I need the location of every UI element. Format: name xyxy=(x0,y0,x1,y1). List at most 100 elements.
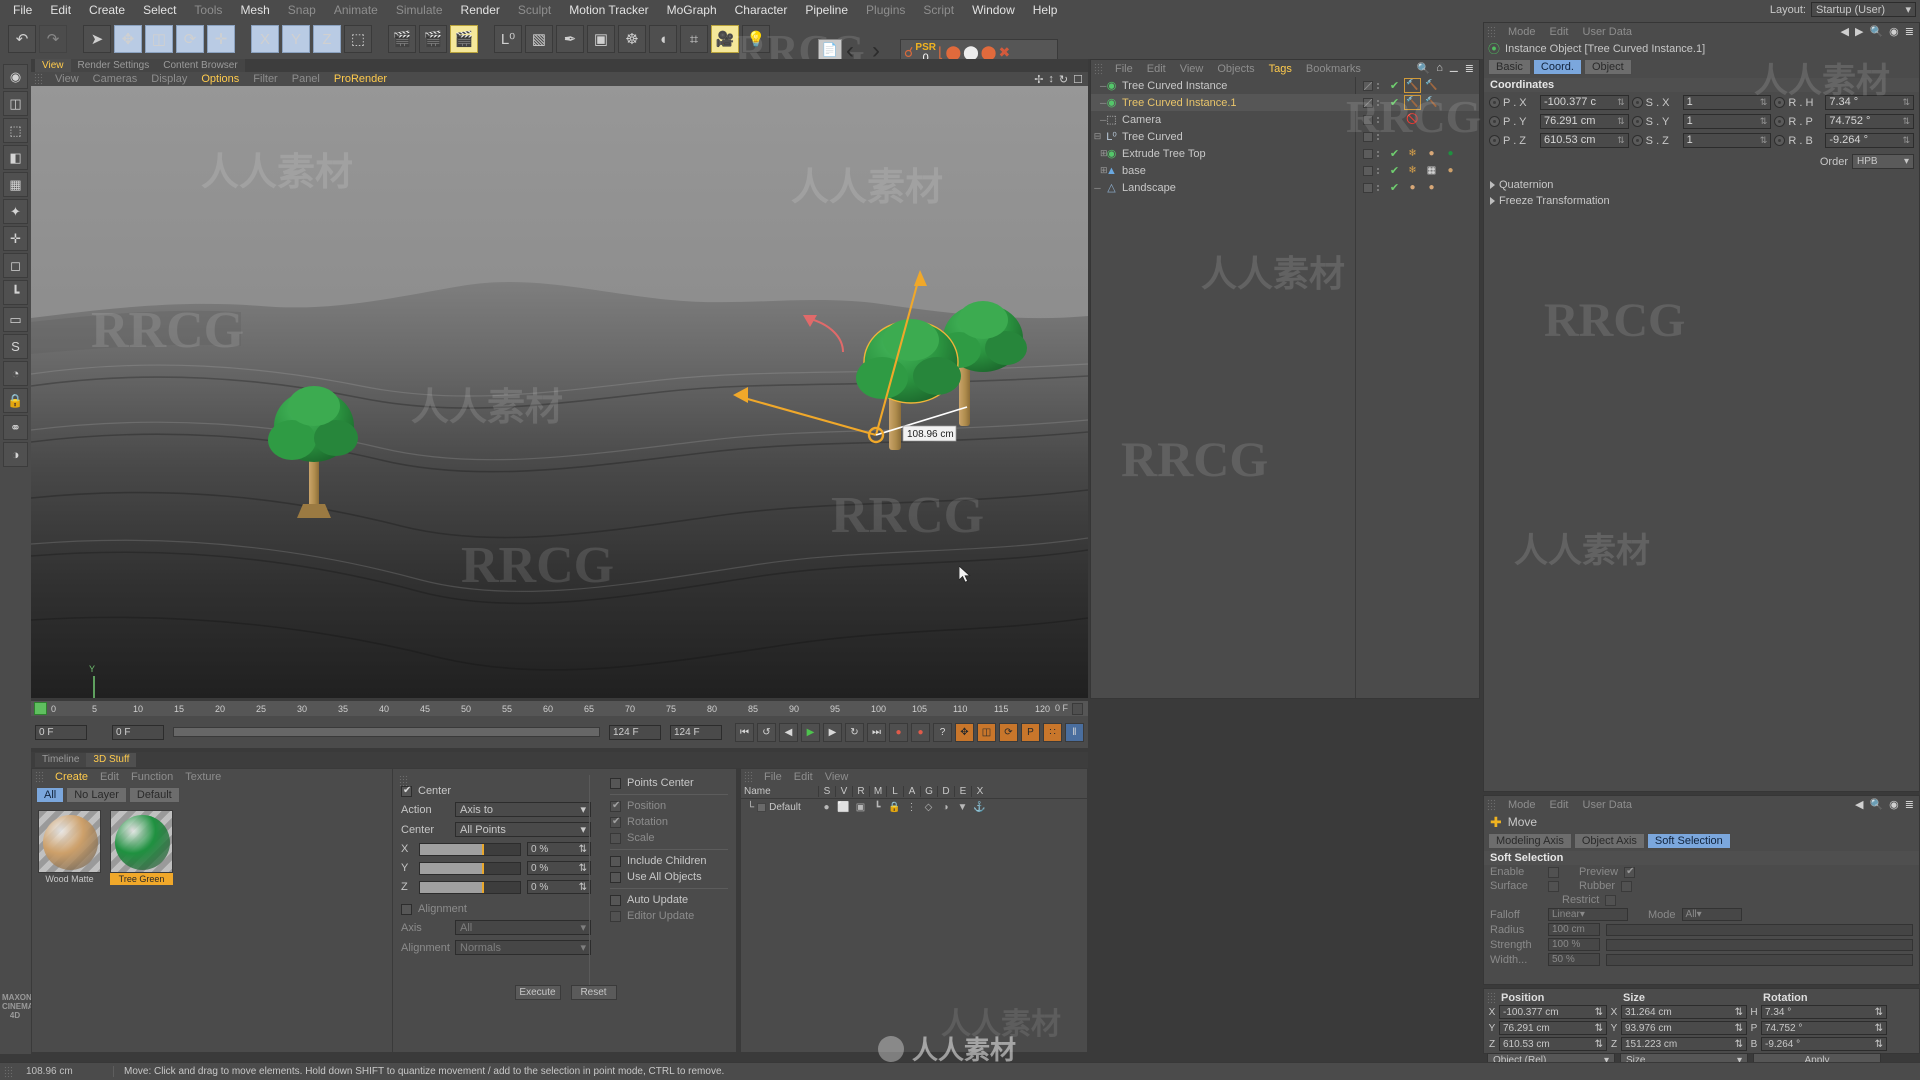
coordinate-radio[interactable] xyxy=(1632,116,1643,127)
coordinate-radio[interactable] xyxy=(1774,116,1785,127)
psr-field-size[interactable]: 151.223 cm⇅ xyxy=(1621,1037,1747,1051)
edge-mode-icon[interactable]: ◧ xyxy=(3,145,28,170)
tree-expander[interactable]: ─ xyxy=(1091,98,1104,108)
coordinate-radio[interactable] xyxy=(1489,97,1500,108)
search-icon[interactable]: 🔍 xyxy=(1869,25,1883,38)
coordinate-field-rotation[interactable]: 7.34 °⇅ xyxy=(1825,95,1914,110)
axis-slider-y[interactable] xyxy=(419,862,521,875)
scene-floor-icon[interactable]: ⌗ xyxy=(680,25,708,53)
render-tag[interactable]: 🔨 xyxy=(1404,95,1421,110)
bottom-tab-3d-stuff[interactable]: 3D Stuff xyxy=(86,753,136,767)
render-tag-2[interactable]: 🔨 xyxy=(1423,95,1440,110)
null-object-icon[interactable]: L⁰ xyxy=(494,25,522,53)
panel-grip-icon[interactable] xyxy=(1487,26,1496,38)
viewport-tab-render-settings[interactable]: Render Settings xyxy=(71,59,157,72)
document-icon[interactable]: 📄 xyxy=(818,39,842,61)
position-key-button[interactable]: ✥ xyxy=(955,723,974,742)
visibility-toggle[interactable] xyxy=(1363,115,1373,125)
viewport-solo-icon[interactable]: ◻ xyxy=(3,253,28,278)
attr-tab-object[interactable]: Object xyxy=(1584,59,1632,75)
tree-expander[interactable]: ─ xyxy=(1091,183,1104,193)
material-cell[interactable]: Tree Green xyxy=(110,810,173,885)
center-checkbox[interactable] xyxy=(401,786,412,797)
order-dropdown[interactable]: HPB ▾ xyxy=(1852,154,1914,169)
move-menu-user-data[interactable]: User Data xyxy=(1576,799,1640,811)
object-menu-objects[interactable]: Objects xyxy=(1210,63,1261,75)
render-settings-icon[interactable]: 🎬 xyxy=(450,25,478,53)
move-menu-mode[interactable]: Mode xyxy=(1501,799,1543,811)
attr-tab-basic[interactable]: Basic xyxy=(1488,59,1531,75)
record-button[interactable]: ● xyxy=(889,723,908,742)
nav-forward-icon[interactable]: ▶ xyxy=(1855,25,1863,38)
object-row[interactable]: ─△Landscape✔●● xyxy=(1091,179,1479,196)
viewport-tab-content-browser[interactable]: Content Browser xyxy=(156,59,244,72)
undo-icon[interactable]: ↶ xyxy=(8,25,36,53)
render-tag[interactable]: 🔨 xyxy=(1404,78,1421,93)
panel-grip-icon[interactable] xyxy=(1094,63,1103,75)
home-icon[interactable]: ⌂ xyxy=(1436,62,1443,75)
green-material[interactable]: ● xyxy=(1442,146,1459,161)
axis-slider-x[interactable] xyxy=(419,843,521,856)
move-axis-icon[interactable]: ✛ xyxy=(207,25,235,53)
menu-item-select[interactable]: Select xyxy=(134,1,185,19)
psr-field-rotation[interactable]: 74.752 °⇅ xyxy=(1761,1021,1887,1035)
checkbox-scale[interactable] xyxy=(610,833,621,844)
key-mode-button[interactable]: ‖ xyxy=(1065,723,1084,742)
viewport-menu-display[interactable]: Display xyxy=(144,73,194,85)
spline-tag[interactable]: ❄ xyxy=(1404,163,1421,178)
object-menu-tags[interactable]: Tags xyxy=(1262,63,1299,75)
axis-slider-z[interactable] xyxy=(419,881,521,894)
scale-tool-icon[interactable]: ◫ xyxy=(145,25,173,53)
goto-start-button[interactable]: ⏮ xyxy=(735,723,754,742)
visibility-toggle[interactable] xyxy=(1363,183,1373,193)
visibility-toggle[interactable] xyxy=(1363,132,1373,142)
menu-icon[interactable]: ≣ xyxy=(1905,25,1914,38)
layer-toggle-icon[interactable]: ● xyxy=(818,802,835,813)
object-row[interactable]: ⊟L⁰Tree Curved xyxy=(1091,128,1479,145)
material-swatch[interactable] xyxy=(38,810,101,873)
material-filter-all[interactable]: All xyxy=(36,787,64,803)
coordinate-field-scale[interactable]: 1⇅ xyxy=(1683,95,1772,110)
menu-item-create[interactable]: Create xyxy=(80,1,134,19)
material-menu-function[interactable]: Function xyxy=(125,771,179,783)
checkbox-position[interactable] xyxy=(610,801,621,812)
viewport-menu-view[interactable]: View xyxy=(48,73,86,85)
maximize-icon[interactable]: ☐ xyxy=(1073,73,1083,86)
material-tag[interactable]: ● xyxy=(1423,180,1440,195)
menu-item-snap[interactable]: Snap xyxy=(279,1,325,19)
object-menu-view[interactable]: View xyxy=(1173,63,1211,75)
psr-field-position[interactable]: -100.377 cm⇅ xyxy=(1499,1005,1607,1019)
soft-right-checkbox[interactable] xyxy=(1621,881,1632,892)
material-menu-create[interactable]: Create xyxy=(49,771,94,783)
material-cell[interactable]: Wood Matte xyxy=(38,810,101,885)
move-tab-object-axis[interactable]: Object Axis xyxy=(1574,833,1645,849)
menu-item-animate[interactable]: Animate xyxy=(325,1,387,19)
goto-end-button[interactable]: ⏭ xyxy=(867,723,886,742)
animation-lock-icon[interactable]: ⚭ xyxy=(3,415,28,440)
enable-checkmark[interactable]: ✔ xyxy=(1388,147,1401,160)
checkbox-use-all-objects[interactable] xyxy=(610,872,621,883)
checker-tag[interactable]: ▦ xyxy=(1423,163,1440,178)
attr-menu-edit[interactable]: Edit xyxy=(1543,26,1576,38)
layer-toggle-icon[interactable]: ▼ xyxy=(954,802,971,813)
checkbox-auto-update[interactable] xyxy=(610,895,621,906)
menu-item-edit[interactable]: Edit xyxy=(41,1,80,19)
coordinate-radio[interactable] xyxy=(1774,97,1785,108)
menu-item-window[interactable]: Window xyxy=(963,1,1024,19)
point-mode-icon[interactable]: ⬚ xyxy=(3,118,28,143)
selection-filter-icon[interactable]: ◑ xyxy=(3,442,28,467)
layer-toggle-icon[interactable]: ┗ xyxy=(869,802,886,813)
step-back-button[interactable]: ↺ xyxy=(757,723,776,742)
soft-checkbox[interactable] xyxy=(1548,881,1559,892)
checkbox-rotation[interactable] xyxy=(610,817,621,828)
bottom-tab-timeline[interactable]: Timeline xyxy=(35,753,86,767)
rotate-tool-icon[interactable]: ⟳ xyxy=(176,25,204,53)
soft-slider-bar[interactable] xyxy=(1606,924,1913,936)
soft-checkbox[interactable] xyxy=(1548,867,1559,878)
axis-value-z[interactable]: 0 %⇅ xyxy=(527,880,591,894)
move-tool-icon[interactable]: ✥ xyxy=(114,25,142,53)
coordinate-radio[interactable] xyxy=(1632,97,1643,108)
enable-checkmark[interactable]: ✔ xyxy=(1388,181,1401,194)
coordinate-field-position[interactable]: -100.377 c⇅ xyxy=(1540,95,1629,110)
checkbox-points-center[interactable] xyxy=(610,778,621,789)
